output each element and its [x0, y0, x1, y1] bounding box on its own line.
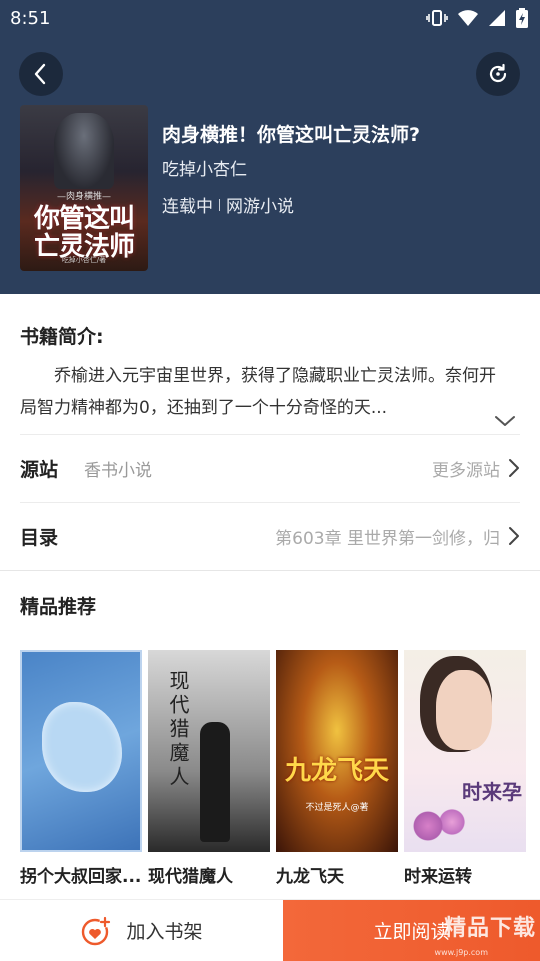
read-now-button[interactable]: 立即阅读 精品下载 www.j9p.com [283, 900, 540, 961]
recommend-item[interactable]: 时来孕 时来运转 [404, 650, 526, 887]
cover-title-text: 你管这叫亡灵法师 [33, 204, 135, 262]
refresh-button[interactable] [476, 52, 520, 96]
book-category: 网游小说 [226, 197, 294, 217]
recommend-title: 时来运转 [404, 867, 472, 887]
source-row[interactable]: 源站 香书小说 更多源站 [20, 435, 520, 501]
cover-text: 时来孕 [462, 780, 522, 804]
recommend-title: 现代猎魔人 [148, 867, 233, 887]
bottom-action-bar: 加入书架 立即阅读 精品下载 www.j9p.com [0, 899, 540, 961]
back-button[interactable] [19, 52, 63, 96]
read-now-label: 立即阅读 [373, 921, 450, 943]
recommend-title: 九龙飞天 [276, 867, 344, 887]
book-cover[interactable]: —肉身横推— 你管这叫亡灵法师 吃掉小杏仁/著 [20, 105, 148, 271]
recommend-title: 拐个大叔回家... [20, 867, 142, 887]
cover-subtext: 不过是死人@著 [305, 803, 369, 813]
intro-label: 书籍简介: [20, 326, 104, 348]
latest-chapter-link[interactable]: 第603章 里世界第一剑修，归 [275, 524, 520, 549]
cover-art [200, 722, 230, 842]
status-bar: 8:51 [0, 0, 540, 36]
recommend-cover[interactable]: 现代猎魔人 [148, 650, 270, 852]
signal-icon [489, 10, 505, 26]
add-to-shelf-button[interactable]: 加入书架 [0, 900, 283, 961]
intro-text[interactable]: 乔榆进入元宇宙里世界，获得了隐藏职业亡灵法师。奈何开局智力精神都为0，还抽到了一… [20, 360, 510, 424]
cover-top-text: —肉身横推— [56, 192, 111, 202]
heart-add-icon [82, 916, 111, 945]
more-sources-label: 更多源站 [432, 460, 500, 481]
chevron-down-icon[interactable] [494, 414, 516, 428]
toc-row[interactable]: 目录 第603章 里世界第一剑修，归 [20, 503, 520, 569]
cover-text: 九龙飞天 [284, 756, 389, 786]
cover-author-text: 吃掉小杏仁/著 [61, 256, 107, 264]
cover-art [42, 702, 122, 792]
chevron-right-icon [509, 459, 519, 477]
recommend-item[interactable]: 九龙飞天 不过是死人@著 九龙飞天 [276, 650, 398, 887]
source-label: 源站 [20, 458, 59, 481]
cover-art [410, 806, 470, 846]
latest-chapter: 第603章 里世界第一剑修，归 [275, 528, 500, 549]
battery-icon [516, 8, 528, 28]
recommend-item[interactable]: 现代猎魔人 现代猎魔人 [148, 650, 270, 887]
watermark-url: www.j9p.com [434, 948, 488, 957]
watermark-text: 精品下载 [443, 916, 536, 941]
wifi-icon [458, 10, 478, 26]
recommend-cover[interactable]: 九龙飞天 不过是死人@著 [276, 650, 398, 852]
status-icons [426, 8, 528, 28]
recommend-cover[interactable] [20, 650, 142, 852]
recommend-label: 精品推荐 [20, 596, 97, 618]
recommend-list: 拐个大叔回家... 现代猎魔人 现代猎魔人 九龙飞天 不过是死人@著 九龙飞天 … [20, 650, 540, 887]
status-time: 8:51 [10, 7, 51, 29]
book-details: 书籍简介: 乔榆进入元宇宙里世界，获得了隐藏职业亡灵法师。奈何开局智力精神都为0… [0, 294, 540, 899]
chevron-right-icon [509, 527, 519, 545]
section-divider [0, 570, 540, 571]
more-sources-link[interactable]: 更多源站 [432, 456, 520, 481]
vibrate-icon [426, 10, 448, 26]
recommend-item[interactable]: 拐个大叔回家... [20, 650, 142, 887]
toc-label: 目录 [20, 526, 59, 549]
cover-text: 现代猎魔人 [166, 670, 190, 790]
cover-figure [54, 113, 114, 189]
refresh-icon [489, 63, 507, 83]
book-author[interactable]: 吃掉小杏仁 [162, 155, 247, 180]
book-title: 肉身横推！你管这叫亡灵法师? [162, 124, 421, 146]
book-status: 连载中 [162, 197, 213, 217]
source-value: 香书小说 [84, 460, 153, 481]
book-meta: 连载中 网游小说 [162, 192, 294, 217]
meta-separator [219, 198, 220, 211]
recommend-cover[interactable]: 时来孕 [404, 650, 526, 852]
book-header: 8:51 —肉身横推— 你管这叫亡灵法师 吃掉小杏仁/著 肉身横推！你管这叫亡灵… [0, 0, 540, 294]
chevron-left-icon [34, 63, 46, 85]
add-shelf-label: 加入书架 [126, 921, 203, 943]
cover-art [436, 670, 492, 750]
